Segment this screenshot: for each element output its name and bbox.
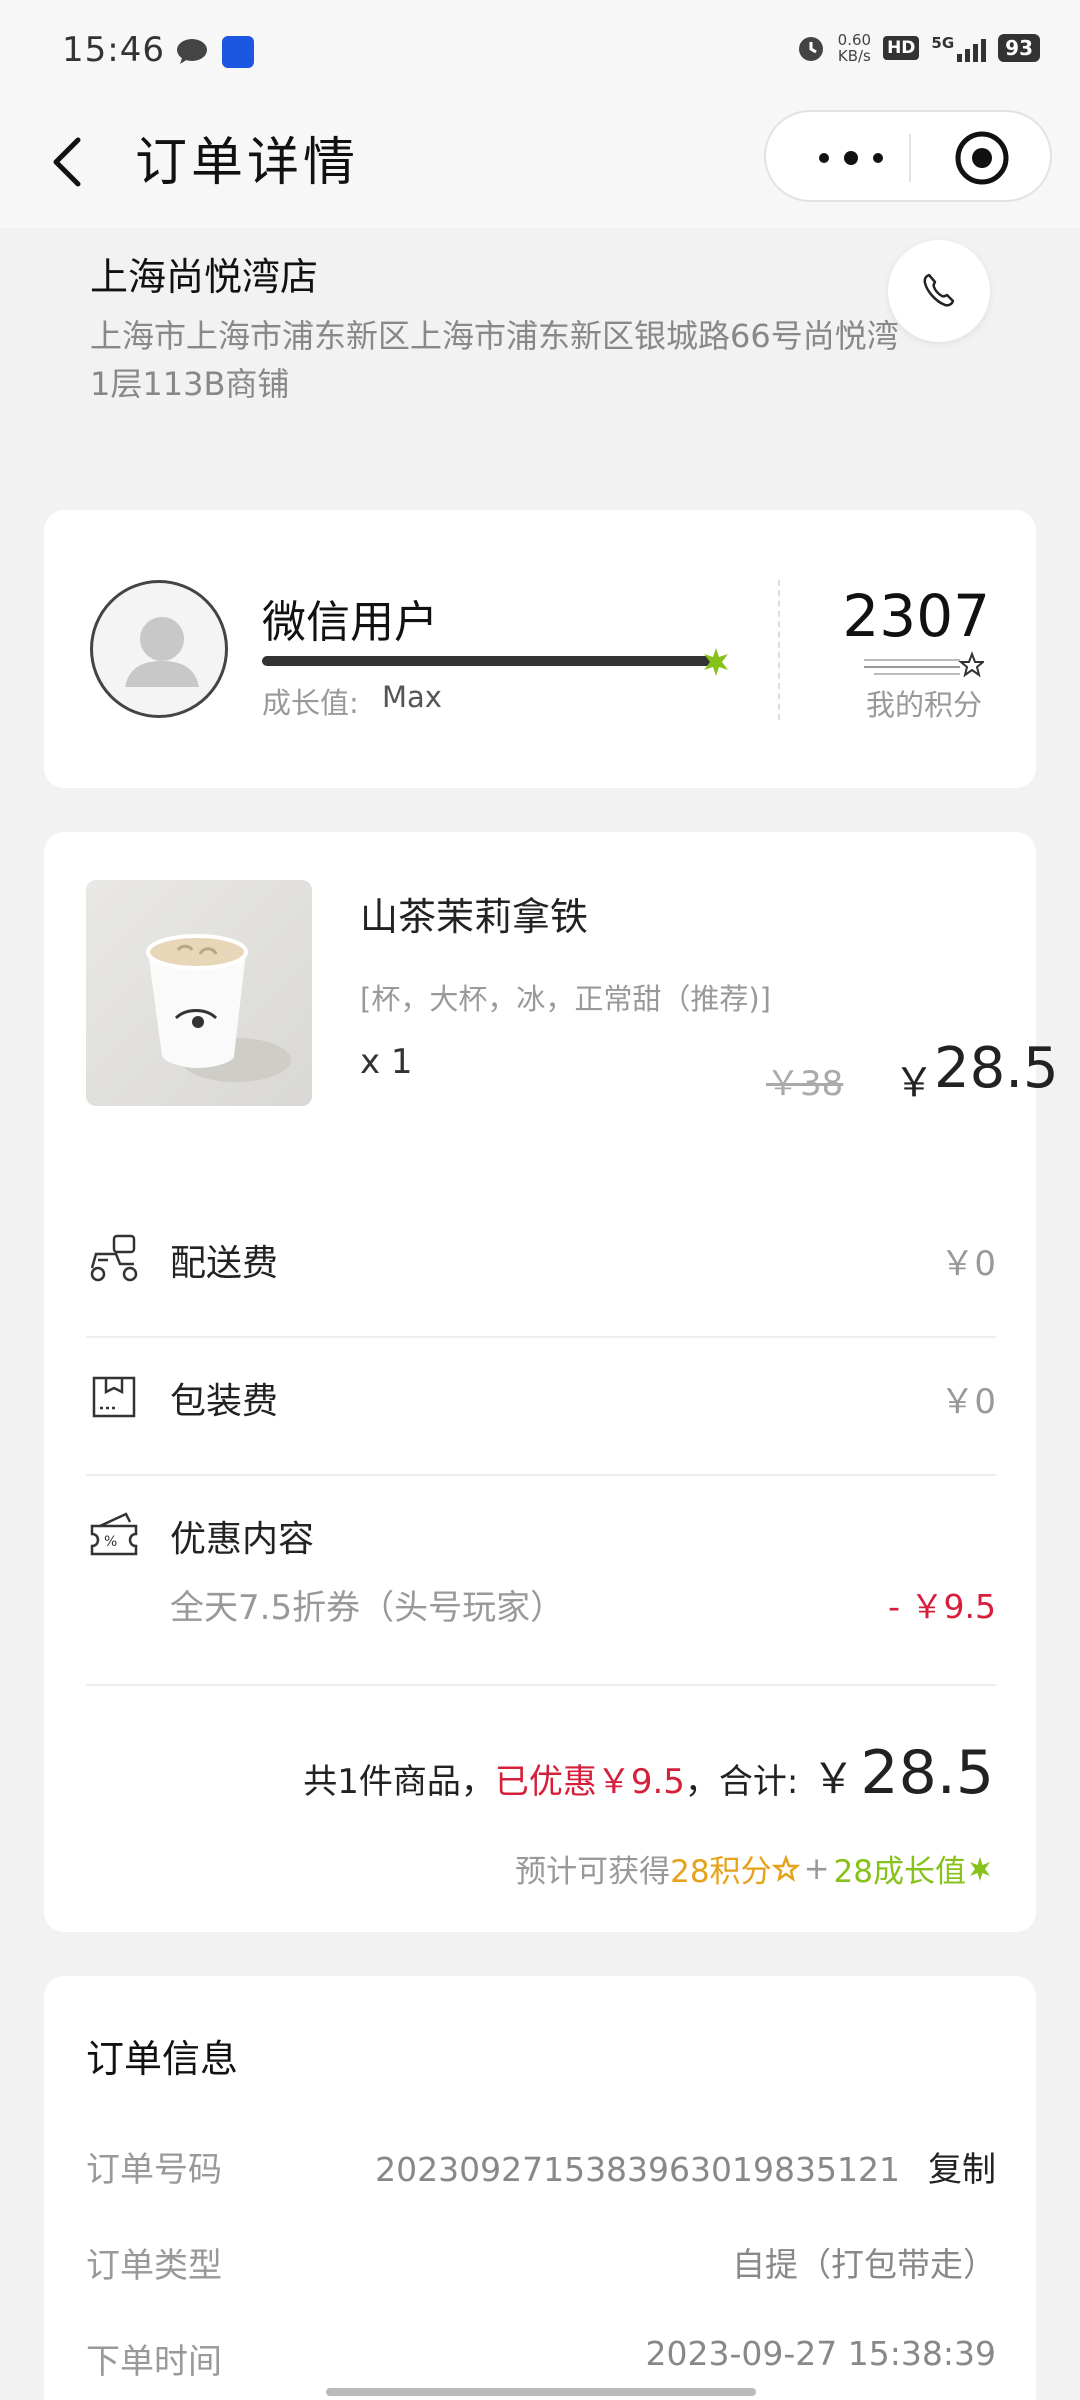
back-arrow-icon[interactable] <box>44 130 94 194</box>
plus-sign: + <box>803 1850 830 1887</box>
phone-icon <box>923 273 955 307</box>
order-type-label: 订单类型 <box>86 2246 222 2286</box>
packing-fee-row: 包装费 ￥0 <box>86 1338 996 1476</box>
user-card-divider <box>778 580 780 720</box>
page-title: 订单详情 <box>135 133 360 193</box>
member-card[interactable]: 微信用户 成长值: Max 2307 我的积分 <box>44 510 1036 788</box>
growth-star-icon <box>970 1856 990 1881</box>
order-number-group: 202309271538396301983512​1 复制 <box>375 2142 996 2191</box>
call-store-button[interactable] <box>888 240 990 342</box>
store-name: 上海尚悦湾店 <box>90 255 319 299</box>
total-amount: 28.5 <box>860 1738 994 1808</box>
alarm-icon <box>798 37 823 61</box>
points-value[interactable]: 2307 <box>842 582 990 650</box>
product-name: 山茶茉莉拿铁 <box>360 895 589 939</box>
order-info-card: 订单信息 订单号码 202309271538396301983512​1 复制 … <box>44 1976 1036 2400</box>
net-speed: 0.60 KB/s <box>838 32 871 64</box>
growth-star-icon <box>704 648 728 676</box>
capsule-divider <box>909 134 911 182</box>
status-time: 15:46 <box>62 30 165 70</box>
total-label: ，合计: <box>684 1762 799 1802</box>
default-avatar-icon <box>125 617 199 687</box>
order-time-value: 2023-09-27 15:38:39 <box>645 2334 996 2373</box>
hd-badge: HD <box>883 36 920 60</box>
item-count-text: 共1件商品， <box>303 1762 495 1802</box>
discount-description: 全天7.5折券（头号玩家） <box>170 1588 565 1628</box>
coffee-cup-image <box>146 934 291 1082</box>
net-speed-value: 0.60 <box>837 31 872 49</box>
signal-icon: 5G <box>931 34 987 62</box>
points-star-icon <box>771 1854 800 1882</box>
earn-label: 预计可获得 <box>515 1854 671 1890</box>
store-section: 上海尚悦湾店 上海市上海市浦东新区上海市浦东新区银城路66号尚悦湾1层113B商… <box>0 228 1080 488</box>
growth-progress-bar <box>262 656 712 666</box>
current-price: 28.5 <box>934 1036 1059 1101</box>
chat-notification-icon <box>177 39 207 64</box>
delivery-fee-label: 配送费 <box>170 1243 279 1284</box>
delivery-fee-value: ￥0 <box>940 1244 996 1284</box>
price-currency: ￥ <box>894 1060 934 1106</box>
copy-button[interactable]: 复制 <box>928 2142 996 2191</box>
total-currency: ￥ <box>812 1754 855 1803</box>
order-items-card: 山茶茉莉拿铁 [杯，大杯，冰，正常甜（推荐)] x 1 ￥38 ￥ 28.5 配… <box>44 832 1059 1932</box>
packing-fee-label: 包装费 <box>170 1381 279 1422</box>
close-miniprogram-icon[interactable] <box>954 130 1010 186</box>
points-star-icon <box>864 651 984 678</box>
discount-row: % 优惠内容 全天7.5折券（头号玩家） - ￥9.5 <box>86 1476 996 1686</box>
order-time-label: 下单时间 <box>86 2342 222 2382</box>
discount-label: 优惠内容 <box>170 1519 315 1560</box>
growth-label: 成长值: <box>262 686 359 720</box>
net-speed-unit: KB/s <box>837 47 871 65</box>
battery-indicator: 93 <box>998 34 1040 62</box>
order-type-value: 自提（打包带走） <box>732 2245 996 2284</box>
order-number-value: 202309271538396301983512​1 <box>375 2150 900 2189</box>
order-info-title: 订单信息 <box>86 2037 239 2081</box>
scooter-icon <box>90 1234 138 1282</box>
earn-points: 28积分 <box>670 1854 772 1890</box>
package-box-icon <box>92 1376 136 1418</box>
status-bar: 15:46 0.60 KB/s HD 5G 93 <box>0 0 1080 100</box>
user-name: 微信用户 <box>262 597 438 648</box>
miniprogram-capsule <box>764 110 1052 202</box>
estimated-rewards: 预计可获得 28积分 + 28成长值 <box>515 1846 994 1891</box>
product-spec: [杯，大杯，冰，正常甜（推荐)] <box>360 982 771 1016</box>
delivery-fee-row: 配送费 ￥0 <box>86 1200 996 1338</box>
product-image <box>86 880 312 1106</box>
discount-value: - ￥9.5 <box>888 1587 996 1626</box>
status-indicators: 0.60 KB/s HD 5G 93 <box>796 32 1040 64</box>
more-options-icon[interactable] <box>806 138 896 178</box>
order-type-row: 订单类型 自提（打包带走） <box>86 2238 996 2298</box>
order-number-label: 订单号码 <box>86 2150 222 2190</box>
order-time-row: 下单时间 2023-09-27 15:38:39 <box>86 2334 996 2394</box>
order-number-row: 订单号码 202309271538396301983512​1 复制 <box>86 2142 996 2202</box>
svg-text:%: % <box>104 1534 117 1550</box>
packing-fee-value: ￥0 <box>940 1382 996 1422</box>
original-price: ￥38 <box>766 1064 844 1104</box>
earn-growth: 28成长值 <box>833 1854 966 1890</box>
saved-amount-text: 已优惠￥9.5 <box>494 1762 685 1802</box>
product-quantity: x 1 <box>360 1042 413 1082</box>
avatar <box>90 580 228 718</box>
home-indicator[interactable] <box>326 2388 756 2396</box>
coupon-icon: % <box>90 1512 138 1556</box>
points-label: 我的积分 <box>865 688 982 722</box>
store-address: 上海市上海市浦东新区上海市浦东新区银城路66号尚悦湾1层113B商铺 <box>90 317 899 403</box>
growth-value: Max <box>382 680 442 714</box>
app-notification-icon <box>222 36 254 68</box>
order-summary: 共1件商品， 已优惠￥9.5 ，合计: ￥ 28.5 <box>303 1738 994 1808</box>
network-type: 5G <box>931 34 955 52</box>
